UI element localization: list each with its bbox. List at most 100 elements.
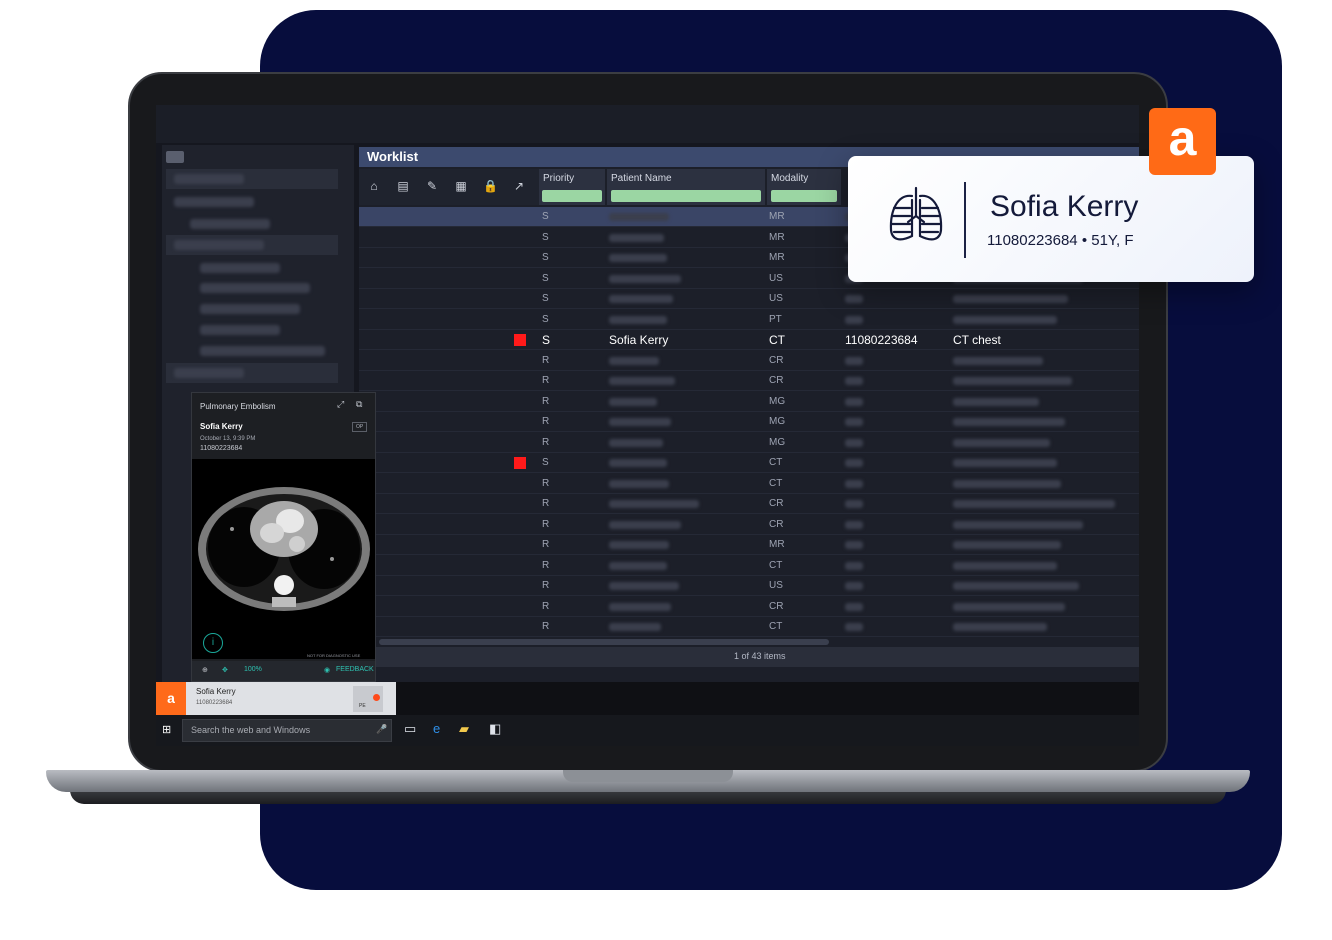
blurred-text: [609, 418, 671, 426]
priority-cell: S: [542, 313, 549, 325]
patient-name-filter[interactable]: [611, 190, 761, 202]
table-row[interactable]: R CR: [359, 351, 1139, 371]
blurred-text: [609, 213, 669, 221]
windows-start-icon[interactable]: ⊞: [162, 724, 174, 736]
horizontal-scrollbar[interactable]: [379, 639, 829, 645]
move-icon[interactable]: ✥: [222, 666, 228, 674]
pe-tools-bar: ⊕ ✥ 100% ◉ FEEDBACK: [192, 661, 375, 681]
blurred-text: [190, 219, 270, 229]
patient-notification[interactable]: a Sofia Kerry 11080223684 PE: [156, 682, 396, 715]
blurred-text: [845, 520, 863, 529]
blurred-text: [609, 500, 699, 508]
pe-patient-name: Sofia Kerry: [200, 422, 243, 431]
blurred-text: [174, 240, 264, 250]
table-row[interactable]: R CR: [359, 515, 1139, 535]
priority-cell: R: [542, 436, 550, 448]
table-row[interactable]: R MG: [359, 412, 1139, 432]
task-view-icon[interactable]: ▭: [404, 721, 416, 737]
document-icon[interactable]: ▤: [396, 179, 410, 193]
modality-cell: CT: [769, 621, 783, 632]
blurred-text: [609, 254, 667, 262]
blurred-text: [845, 295, 863, 303]
laptop-base-shadow: [70, 790, 1226, 804]
table-row[interactable]: R CT: [359, 617, 1139, 637]
priority-cell: R: [542, 621, 550, 632]
info-icon[interactable]: i: [203, 633, 223, 653]
brand-logo-small: a: [156, 682, 186, 715]
pe-alert-card[interactable]: Pulmonary Embolism ⤢ ⧉ Sofia Kerry OP Oc…: [191, 392, 376, 682]
blurred-text: [609, 233, 664, 242]
home-icon[interactable]: ⌂: [367, 179, 381, 193]
blurred-text: [845, 397, 863, 406]
blurred-text: [845, 459, 863, 467]
patient-card-name: Sofia Kerry: [990, 190, 1139, 223]
column-label: Modality: [771, 173, 809, 184]
modality-cell: CT: [769, 333, 785, 347]
table-row[interactable]: R MG: [359, 433, 1139, 453]
pe-card-title: Pulmonary Embolism: [200, 402, 276, 411]
edit-icon[interactable]: ✎: [425, 179, 439, 193]
table-row[interactable]: S PT: [359, 310, 1139, 330]
blurred-text: [609, 602, 671, 611]
table-row[interactable]: R MR: [359, 535, 1139, 555]
table-row[interactable]: R MG: [359, 392, 1139, 412]
blurred-text: [845, 500, 863, 508]
feedback-link[interactable]: FEEDBACK: [336, 666, 374, 673]
modality-cell: MG: [769, 416, 786, 427]
store-icon[interactable]: ◧: [489, 721, 501, 737]
priority-cell: R: [542, 498, 550, 509]
table-row[interactable]: R US: [359, 576, 1139, 596]
edge-browser-icon[interactable]: e: [433, 721, 440, 736]
ct-scan-image[interactable]: [192, 459, 375, 659]
table-row[interactable]: R CR: [359, 597, 1139, 617]
expand-icon[interactable]: ⤢: [337, 399, 344, 410]
modality-cell: CR: [769, 600, 784, 612]
procedure-cell: CT chest: [953, 333, 1001, 347]
open-external-icon[interactable]: ⧉: [356, 399, 362, 410]
blurred-text: [609, 274, 681, 283]
blurred-text: [845, 438, 863, 447]
microphone-icon[interactable]: 🎤: [376, 724, 387, 735]
zoom-icon[interactable]: ⊕: [202, 666, 208, 674]
report-icon[interactable]: ▦: [454, 179, 468, 193]
priority-cell: S: [542, 252, 549, 263]
share-icon[interactable]: ↗: [512, 179, 526, 193]
column-label: Patient Name: [611, 173, 672, 184]
table-row[interactable]: R CR: [359, 371, 1139, 391]
priority-cell: R: [542, 580, 550, 591]
modality-cell: CT: [769, 559, 783, 571]
table-row[interactable]: R CR: [359, 494, 1139, 514]
modality-cell: CR: [769, 518, 784, 530]
modality-cell: MR: [769, 231, 785, 243]
chevron-down-icon[interactable]: [166, 151, 184, 163]
taskbar-search-input[interactable]: Search the web and Windows: [182, 719, 392, 742]
blurred-text: [609, 356, 659, 365]
priority-cell: R: [542, 600, 550, 612]
blurred-text: [953, 520, 1083, 529]
blurred-text: [845, 602, 863, 611]
blurred-text: [174, 368, 244, 378]
os-taskbar: ⊞ Search the web and Windows 🎤 ▭ e ▰ ◧: [156, 715, 1139, 746]
table-row[interactable]: S CT: [359, 453, 1139, 473]
file-explorer-icon[interactable]: ▰: [459, 721, 469, 737]
priority-cell: S: [542, 457, 549, 468]
blurred-text: [845, 377, 863, 385]
lock-icon[interactable]: 🔒: [483, 179, 498, 193]
op-badge: OP: [352, 422, 368, 432]
blurred-text: [609, 295, 673, 303]
modality-cell: CR: [769, 354, 784, 366]
modality-filter[interactable]: [771, 190, 837, 202]
priority-flag-icon: [514, 457, 526, 469]
blurred-text: [609, 623, 661, 631]
priority-filter[interactable]: [542, 190, 602, 202]
table-row[interactable]: S US: [359, 289, 1139, 309]
feedback-icon[interactable]: ◉: [324, 666, 330, 674]
patient-card-details: 11080223684 • 51Y, F: [987, 232, 1134, 249]
worklist-footer: 1 of 43 items: [359, 647, 1139, 667]
priority-cell: R: [542, 559, 550, 571]
modality-cell: MG: [769, 395, 786, 407]
blurred-text: [845, 418, 863, 426]
table-row[interactable]: R CT: [359, 556, 1139, 576]
table-row[interactable]: S Sofia Kerry CT 11080223684 CT chest: [359, 330, 1139, 350]
table-row[interactable]: R CT: [359, 474, 1139, 494]
